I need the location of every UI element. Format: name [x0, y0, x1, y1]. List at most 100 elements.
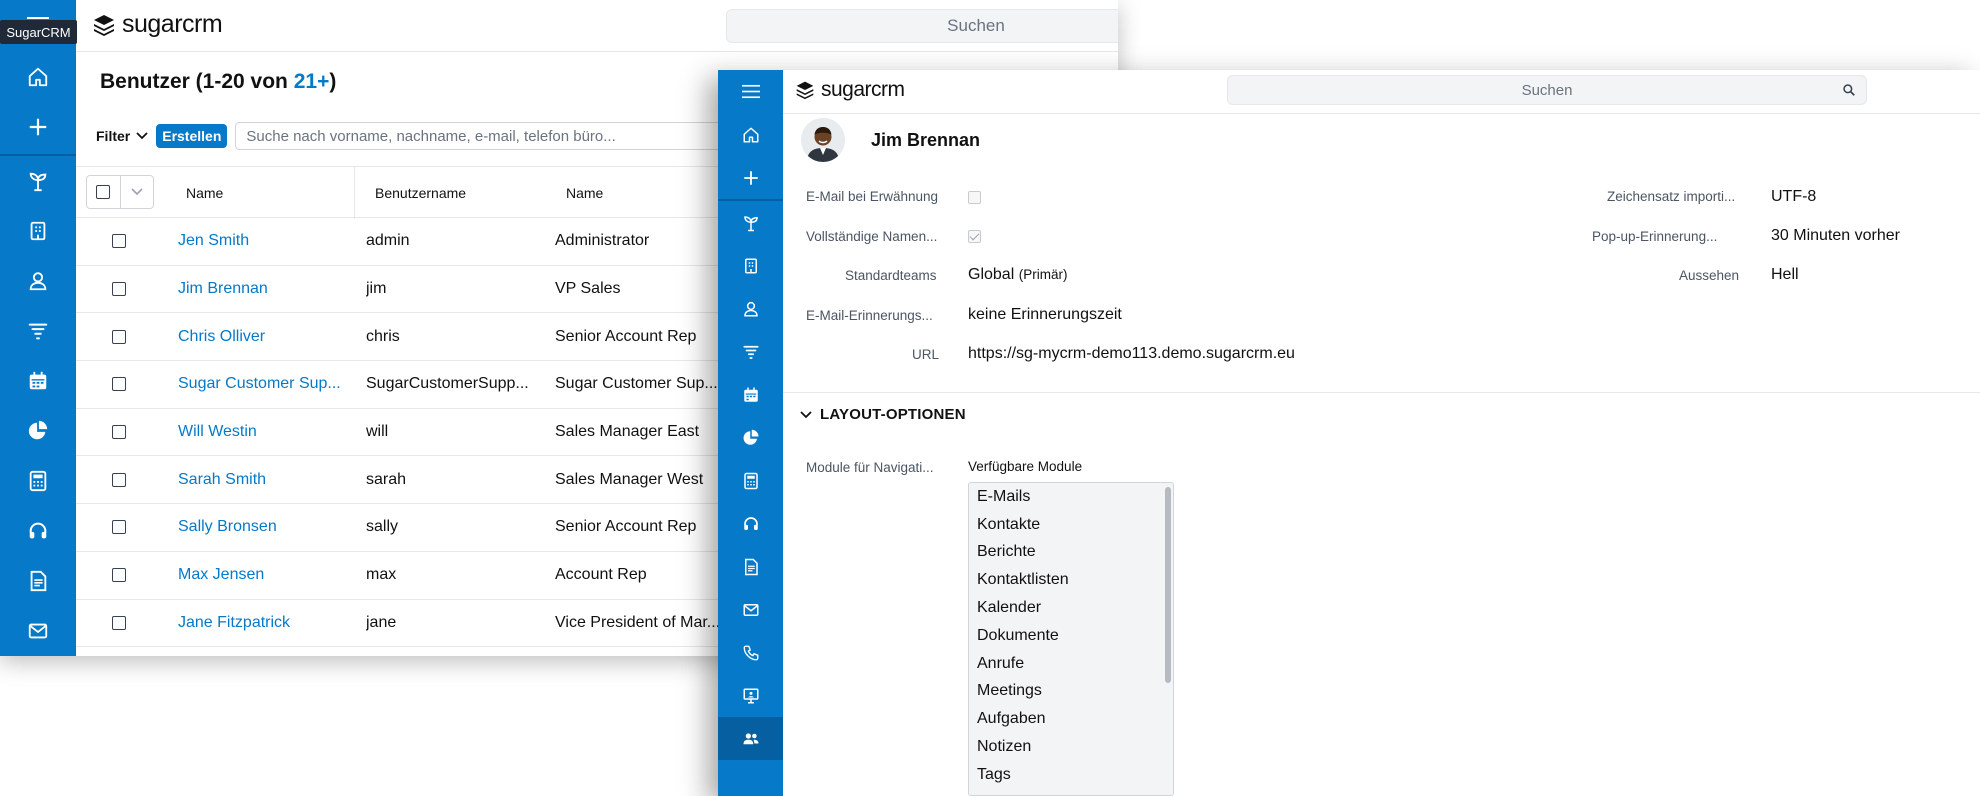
url-value[interactable]: https://sg-mycrm-demo113.demo.sugarcrm.e…: [968, 345, 1295, 363]
menu-button[interactable]: [718, 70, 783, 112]
nav-leads[interactable]: [0, 306, 76, 356]
avatar: [801, 118, 845, 162]
document-icon: [30, 570, 47, 592]
row-checkbox[interactable]: [112, 504, 126, 551]
row-checkbox[interactable]: [112, 600, 126, 647]
team-primary-tag: (Primär): [1018, 267, 1068, 282]
email-mention-label: E-Mail bei Erwähnung: [806, 189, 939, 204]
user-name-link[interactable]: Sarah Smith: [178, 456, 366, 503]
sidebar-nav: [718, 70, 783, 796]
nav-accounts[interactable]: [0, 206, 76, 256]
module-option[interactable]: Notizen: [969, 733, 1173, 761]
title-cell: Sales Manager West: [555, 470, 704, 488]
full-names-checkbox[interactable]: [968, 230, 981, 243]
calendar-icon: [743, 387, 758, 402]
nav-calendar[interactable]: [0, 356, 76, 406]
user-name-link[interactable]: Sugar Customer Sup...: [178, 361, 366, 408]
person-icon: [743, 301, 758, 316]
select-all-checkbox[interactable]: [87, 175, 120, 209]
module-option[interactable]: Kontakte: [969, 511, 1173, 539]
module-option[interactable]: Meetings: [969, 678, 1173, 706]
nav-contacts[interactable]: [0, 256, 76, 306]
nav-reports[interactable]: [718, 416, 783, 459]
sugarcrm-logo[interactable]: sugarcrm: [92, 10, 223, 39]
home-icon: [28, 67, 48, 87]
row-checkbox[interactable]: [112, 361, 126, 408]
nav-quotes[interactable]: [718, 459, 783, 502]
email-mention-checkbox[interactable]: [968, 191, 981, 204]
user-record-window: sugarcrm Suchen Jim Brennan E-Mail bei E…: [718, 70, 1980, 796]
username-cell: jane: [366, 613, 397, 631]
module-option[interactable]: Kalender: [969, 594, 1173, 622]
nav-emails[interactable]: [0, 606, 76, 656]
plus-icon: [29, 118, 47, 136]
module-option[interactable]: Kontaktlisten: [969, 566, 1173, 594]
nav-accounts[interactable]: [718, 244, 783, 287]
module-option[interactable]: Aufgaben: [969, 705, 1173, 733]
user-name-link[interactable]: Jen Smith: [178, 218, 366, 265]
create-button[interactable]: Erstellen: [156, 124, 228, 148]
nav-home[interactable]: [718, 113, 783, 156]
module-option[interactable]: Anrufe: [969, 650, 1173, 678]
mass-actions-dropdown[interactable]: [119, 175, 153, 209]
scrollbar[interactable]: [1165, 487, 1171, 683]
nav-home[interactable]: [0, 52, 76, 102]
column-header-name[interactable]: Name: [186, 167, 223, 219]
nav-documents[interactable]: [0, 556, 76, 606]
nav-opportunities[interactable]: [0, 156, 76, 206]
module-option[interactable]: Berichte: [969, 539, 1173, 567]
module-items: E-Mails Kontakte Berichte Kontaktlisten Kale…: [969, 483, 1173, 789]
row-checkbox[interactable]: [112, 313, 126, 360]
row-checkbox[interactable]: [112, 218, 126, 265]
search-icon: [1843, 84, 1855, 96]
user-name-link[interactable]: Will Westin: [178, 409, 366, 456]
nav-cases[interactable]: [718, 502, 783, 545]
column-header-username[interactable]: Benutzername: [375, 167, 466, 219]
person-icon: [29, 272, 47, 291]
nav-quotes[interactable]: [0, 456, 76, 506]
nav-documents[interactable]: [718, 545, 783, 588]
filter-dropdown[interactable]: Filter: [96, 128, 148, 144]
sugarcrm-logo[interactable]: sugarcrm: [795, 78, 905, 102]
nav-contacts[interactable]: [718, 287, 783, 330]
envelope-icon: [743, 603, 758, 616]
nav-cases[interactable]: [0, 506, 76, 556]
nav-reports[interactable]: [0, 406, 76, 456]
home-icon: [743, 127, 758, 142]
column-header-title[interactable]: Name: [566, 167, 603, 219]
nav-opportunities[interactable]: [718, 201, 783, 244]
nav-calendar[interactable]: [718, 373, 783, 416]
calculator-icon: [29, 470, 47, 492]
username-cell: max: [366, 566, 397, 584]
chevron-down-icon: [136, 132, 148, 140]
nav-employees[interactable]: [718, 717, 783, 760]
nav-emails[interactable]: [718, 588, 783, 631]
record-header: Jim Brennan: [783, 114, 1980, 166]
row-checkbox[interactable]: [112, 456, 126, 503]
layout-options-toggle[interactable]: LAYOUT-OPTIONEN: [800, 406, 966, 423]
row-checkbox[interactable]: [112, 266, 126, 313]
section-divider: [783, 392, 1980, 393]
user-name-link[interactable]: Jim Brennan: [178, 266, 366, 313]
global-search[interactable]: Suchen: [726, 9, 1118, 43]
available-modules-list[interactable]: E-Mails Kontakte Berichte Kontaktlisten Kale…: [968, 482, 1174, 796]
nav-quick-create[interactable]: [718, 156, 783, 199]
row-checkbox[interactable]: [112, 552, 126, 599]
row-checkbox[interactable]: [112, 409, 126, 456]
list-search-input[interactable]: Suche nach vorname, nachname, e-mail, te…: [235, 122, 796, 150]
presentation-icon: [743, 688, 758, 703]
module-option[interactable]: E-Mails: [969, 483, 1173, 511]
user-name-link[interactable]: Jane Fitzpatrick: [178, 600, 366, 647]
global-search[interactable]: Suchen: [1227, 75, 1867, 105]
module-option[interactable]: Dokumente: [969, 622, 1173, 650]
user-name-link[interactable]: Chris Olliver: [178, 313, 366, 360]
nav-leads[interactable]: [718, 330, 783, 373]
nav-calls[interactable]: [718, 631, 783, 674]
headset-icon: [743, 516, 758, 530]
nav-quick-create[interactable]: [0, 102, 76, 152]
user-name-link[interactable]: Max Jensen: [178, 552, 366, 599]
user-name-link[interactable]: Sally Bronsen: [178, 504, 366, 551]
total-count-link[interactable]: 21+: [294, 70, 330, 93]
nav-meetings[interactable]: [718, 674, 783, 717]
module-option[interactable]: Tags: [969, 761, 1173, 789]
